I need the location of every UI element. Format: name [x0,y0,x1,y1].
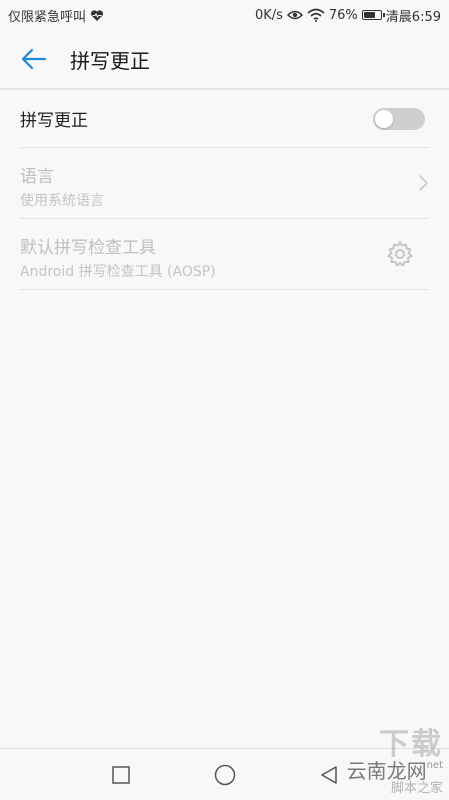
default-checker-trailing [385,219,429,289]
page-title: 拼写更正 [70,48,150,73]
eye-icon [286,9,303,21]
toggle-knob [375,109,393,128]
language-row[interactable]: 语言 使用系统语言 [20,148,429,219]
battery-icon [361,10,385,20]
status-right: 0K/s 76% 清晨6:59 [255,6,441,25]
status-left: 仅限紧急呼叫 [8,6,104,25]
home-button[interactable] [213,763,237,787]
spell-check-label: 拼写更正 [20,111,88,131]
status-time: 清晨6:59 [385,9,441,25]
default-checker-subtitle: Android 拼写检查工具 (AOSP) [20,264,216,280]
default-checker-row[interactable]: 默认拼写检查工具 Android 拼写检查工具 (AOSP) [20,219,429,290]
triangle-icon [320,765,337,784]
nav-back-button[interactable] [317,763,341,787]
navigation-bar [0,748,449,800]
chevron-right-icon [419,175,428,191]
spell-check-toggle[interactable] [373,107,425,130]
wifi-icon [307,8,325,22]
circle-icon [214,764,235,785]
language-subtitle: 使用系统语言 [20,193,104,209]
language-trailing [417,148,429,218]
arrow-left-icon [21,48,47,70]
back-button[interactable] [12,37,56,81]
carrier-text: 仅限紧急呼叫 [8,9,87,25]
app-bar: 拼写更正 [0,30,449,88]
network-speed: 0K/s [254,7,283,23]
settings-list: 拼写更正 语言 使用系统语言 默认拼写检查工具 Android 拼写检查工具 (… [20,90,429,290]
heart-rate-icon [90,9,104,22]
recents-button[interactable] [109,763,133,787]
square-icon [111,765,130,784]
spell-check-row[interactable]: 拼写更正 [20,90,429,148]
default-checker-title: 默认拼写检查工具 [20,238,156,258]
language-title: 语言 [20,167,54,187]
gear-icon[interactable] [385,239,415,269]
battery-percent: 76% [328,7,358,23]
status-bar: 仅限紧急呼叫 0K/s 76% 清晨6:59 [0,0,449,30]
battery-fill [363,12,375,18]
